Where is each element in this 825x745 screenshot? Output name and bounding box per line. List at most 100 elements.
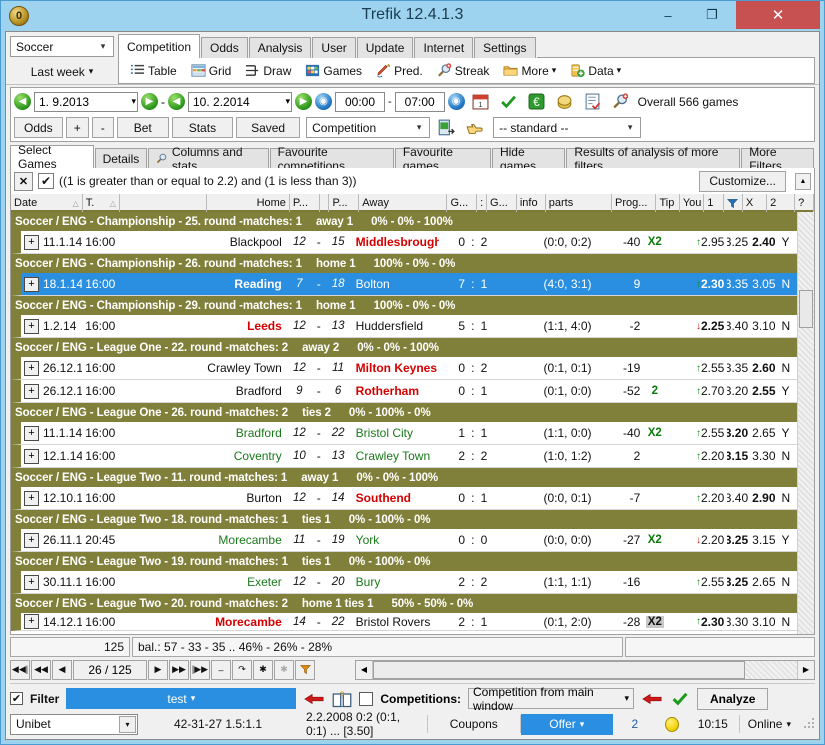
nav-star-button[interactable]: ✱ <box>253 660 273 680</box>
saved-button[interactable]: Saved <box>236 117 300 138</box>
tab-favourite-competitions[interactable]: Favourite competitions <box>270 148 394 168</box>
green-check-icon[interactable] <box>670 690 690 707</box>
competition-group-header[interactable]: Soccer / ENG - League Two - 18. round -m… <box>11 510 797 529</box>
maximize-button[interactable]: ❐ <box>690 1 734 29</box>
grid-header-cell-p[interactable]: P... <box>290 194 320 212</box>
competitions-checkbox[interactable] <box>359 692 373 706</box>
hscroll-right-button[interactable]: ▶ <box>797 661 814 679</box>
offer-button[interactable]: Offer ▾ <box>521 714 613 735</box>
grid-header-cell-p[interactable]: P... <box>329 194 359 212</box>
competition-group-header[interactable]: Soccer / ENG - League One - 22. round -m… <box>11 338 797 357</box>
date-from-field[interactable]: 1. 9.2013 ▾ <box>34 92 138 112</box>
grid-header-cell-away[interactable]: Away <box>359 194 447 212</box>
date-to-field[interactable]: 10. 2.2014 ▾ <box>188 92 292 112</box>
competition-group-header[interactable]: Soccer / ENG - Championship - 25. round … <box>11 212 797 231</box>
nav-prev-page-button[interactable]: ◀◀ <box>31 660 51 680</box>
grid-header-cell-[interactable]: ? <box>795 194 814 212</box>
clear-condition-button[interactable]: ✕ <box>14 172 33 191</box>
customize-button[interactable]: Customize... <box>699 171 786 192</box>
tab-hide-games[interactable]: Hide games <box>492 148 565 168</box>
grid-vertical-scrollbar[interactable] <box>797 212 814 634</box>
period-button[interactable]: Last week ▾ <box>10 61 114 82</box>
hscroll-track[interactable] <box>373 661 797 679</box>
competition-group-header[interactable]: Soccer / ENG - Championship - 29. round … <box>11 296 797 315</box>
table-row[interactable]: +11.1.1416:00Blackpool12-15Middlesbrough… <box>11 231 797 254</box>
streak-button[interactable]: Streak <box>430 62 497 79</box>
funnel-icon[interactable] <box>295 660 315 680</box>
green-check-icon[interactable] <box>500 93 517 110</box>
filter-checkbox[interactable]: ✔ <box>10 692 23 705</box>
blue-clock-start-icon[interactable]: ◉ <box>315 93 332 110</box>
grid-header-cell-5[interactable] <box>320 194 330 212</box>
euro-icon[interactable]: € <box>528 93 545 110</box>
grid-header-cell-17[interactable] <box>724 194 743 212</box>
draw-button[interactable]: Draw <box>238 62 298 79</box>
tab-competition[interactable]: Competition <box>118 34 200 58</box>
table-row[interactable]: +11.1.1416:00Bradford12-22Bristol City1:… <box>11 422 797 445</box>
competition-group-header[interactable]: Soccer / ENG - League Two - 11. round -m… <box>11 468 797 487</box>
expand-row-button[interactable]: + <box>24 491 39 506</box>
grid-header-cell-home[interactable]: Home <box>207 194 290 212</box>
expand-row-button[interactable]: + <box>24 384 39 399</box>
competition-group-header[interactable]: Soccer / ENG - League One - 26. round -m… <box>11 403 797 422</box>
expand-row-button[interactable]: + <box>24 361 39 376</box>
table-row[interactable]: +14.12.1316:00Morecambe14-22Bristol Rove… <box>11 613 797 631</box>
table-row[interactable]: +26.12.1316:00Crawley Town12-11Milton Ke… <box>11 357 797 380</box>
bookmaker-select[interactable]: Unibet ▾ <box>10 714 138 735</box>
hscroll-left-button[interactable]: ◀ <box>356 661 373 679</box>
gold-coin-icon[interactable] <box>556 93 573 110</box>
green-left-arrow-icon[interactable]: ◀ <box>168 93 185 110</box>
nav-delete-button[interactable]: – <box>211 660 231 680</box>
tab-analysis[interactable]: Analysis <box>249 37 312 58</box>
blue-clock-end-icon[interactable]: ◉ <box>448 93 465 110</box>
coupons-button[interactable]: Coupons <box>428 712 520 736</box>
tab-more-filters[interactable]: More Filters <box>741 148 814 168</box>
grid-header-cell-parts[interactable]: parts <box>546 194 612 212</box>
competitions-select[interactable]: Competition from main window ▾ <box>468 688 634 709</box>
table-row[interactable]: +30.11.1316:00Exeter12-20Bury2:2(1:1, 1:… <box>11 571 797 594</box>
standard-preset-select[interactable]: -- standard -- ▾ <box>493 117 641 138</box>
increase-button[interactable]: + <box>66 117 89 138</box>
green-right-arrow-icon[interactable]: ▶ <box>295 93 312 110</box>
table-row[interactable]: +26.12.1316:00Bradford9-6Rotherham0:1(0:… <box>11 380 797 403</box>
expand-row-button[interactable]: + <box>24 235 39 250</box>
tab-odds[interactable]: Odds <box>201 37 248 58</box>
tab-update[interactable]: Update <box>357 37 414 58</box>
grid-header-cell-2[interactable] <box>120 194 207 212</box>
nav-next-page-button[interactable]: ▶▶ <box>169 660 189 680</box>
nav-refresh-button[interactable]: ↷ <box>232 660 252 680</box>
table-row[interactable]: +18.1.1416:00Reading7-18Bolton7:1(4:0, 3… <box>11 273 797 296</box>
sport-select[interactable]: Soccer ▾ <box>10 36 114 57</box>
competition-group-header[interactable]: Soccer / ENG - League Two - 20. round -m… <box>11 594 797 613</box>
odds-button[interactable]: Odds <box>14 117 63 138</box>
tab-internet[interactable]: Internet <box>414 37 473 58</box>
checklist-icon[interactable] <box>584 93 601 110</box>
expand-row-button[interactable]: + <box>24 575 39 590</box>
grid-header-cell-g[interactable]: G... <box>487 194 517 212</box>
tab-user[interactable]: User <box>312 37 355 58</box>
nav-first-button[interactable]: ◀◀| <box>10 660 30 680</box>
grid-header-cell-t[interactable]: T.△ <box>83 194 120 212</box>
green-right-arrow-icon[interactable]: ▶ <box>141 93 158 110</box>
grid-header-cell-info[interactable]: info <box>517 194 546 212</box>
grid-horizontal-scrollbar[interactable]: ◀ ▶ <box>355 660 815 680</box>
grid-header-cell-2[interactable]: 2 <box>767 194 795 212</box>
table-row[interactable]: +12.10.1316:00Burton12-14Southend0:1(0:0… <box>11 487 797 510</box>
grid-header-cell-x[interactable]: X <box>743 194 767 212</box>
grid-header-cell-tip[interactable]: Tip <box>656 194 679 212</box>
expand-row-button[interactable]: + <box>24 449 39 464</box>
expand-row-button[interactable]: + <box>24 533 39 548</box>
grid-button[interactable]: Grid <box>184 62 239 79</box>
competition-group-header[interactable]: Soccer / ENG - League Two - 19. round -m… <box>11 552 797 571</box>
decrease-button[interactable]: - <box>92 117 114 138</box>
hscroll-thumb[interactable] <box>373 661 745 679</box>
grid-header-cell-you[interactable]: You <box>680 194 704 212</box>
grid-header-cell-g[interactable]: G... <box>447 194 477 212</box>
analyze-button[interactable]: Analyze <box>697 688 768 710</box>
competition-group-header[interactable]: Soccer / ENG - Championship - 26. round … <box>11 254 797 273</box>
tab-results-of-analysis[interactable]: Results of analysis of more filters <box>566 148 740 168</box>
view-mode-select[interactable]: Competition ▾ <box>306 117 430 138</box>
online-button[interactable]: Online ▾ <box>740 712 799 736</box>
table-button[interactable]: Table <box>123 62 184 79</box>
more-button[interactable]: More ▾ <box>496 62 563 79</box>
